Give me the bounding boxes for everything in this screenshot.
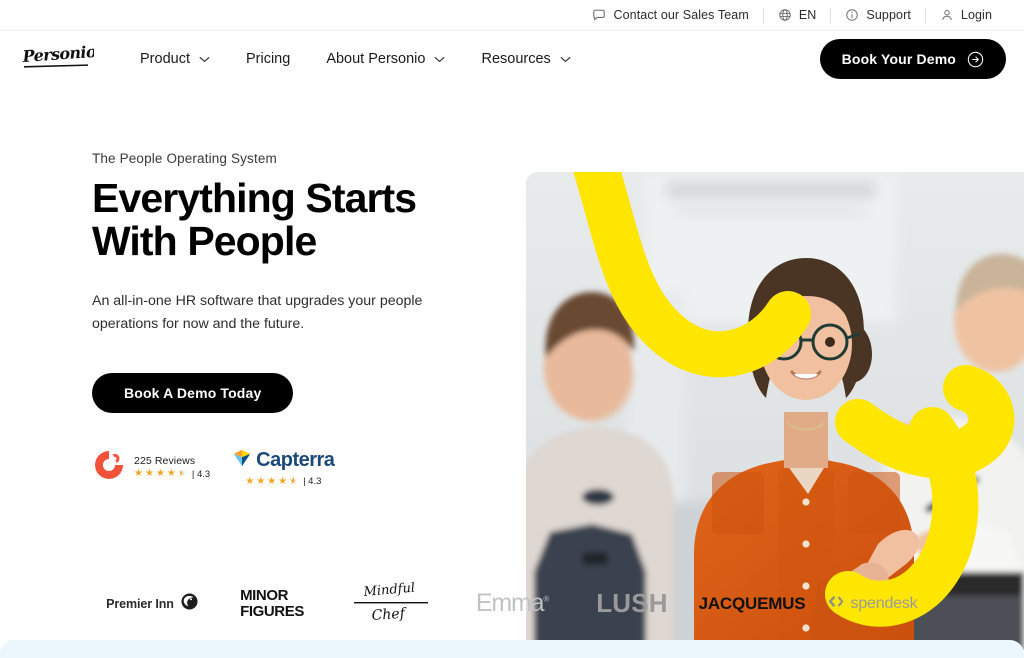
main-navigation: Personio Product Pricing About Personio	[0, 31, 1024, 87]
nav-item-about-personio[interactable]: About Personio	[308, 43, 463, 75]
minor-figures-line2: FIGURES	[240, 602, 304, 620]
svg-text:Mindful: Mindful	[362, 582, 416, 600]
book-a-demo-today-label: Book A Demo Today	[124, 385, 262, 402]
capterra-logo-icon	[232, 447, 252, 474]
hero-subtitle: An all-in-one HR software that upgrades …	[92, 293, 423, 333]
star-half-icon: ★	[289, 476, 298, 487]
star-icon: ★	[256, 475, 266, 487]
globe-icon	[778, 8, 792, 22]
review-badges: 2 225 Reviews ★ ★ ★ ★ ★ |	[92, 447, 520, 487]
personio-logo[interactable]: Personio	[22, 45, 94, 73]
hero-eyebrow: The People Operating System	[92, 151, 277, 166]
minor-figures-line1: MINOR	[240, 587, 289, 605]
emma-label: Emma	[475, 589, 545, 617]
utility-bar: Contact our Sales Team EN Support Login	[0, 0, 1024, 31]
brand-logo-premier-inn: Premier Inn	[92, 582, 212, 626]
info-circle-icon	[845, 8, 859, 22]
spendesk-chevron-icon	[827, 595, 844, 613]
mindful-chef-wordmark: Mindful Chef	[354, 582, 428, 623]
svg-text:Personio: Personio	[22, 45, 94, 66]
nav-item-resources[interactable]: Resources	[463, 43, 588, 75]
page-root: Contact our Sales Team EN Support Login …	[0, 0, 1024, 658]
brand-logo-spendesk: spendesk	[812, 582, 932, 626]
nav-item-resources-label: Resources	[481, 51, 551, 67]
capterra-score: | 4.3	[303, 476, 322, 488]
utility-language-label: EN	[798, 8, 817, 22]
svg-text:Chef: Chef	[371, 605, 408, 623]
g2-logo-icon: 2	[92, 448, 126, 487]
hero-content: The People Operating System Everything S…	[0, 87, 520, 565]
star-icon: ★	[267, 475, 277, 487]
chevron-down-icon	[199, 56, 210, 63]
g2-review-count: 225 Reviews	[134, 454, 196, 467]
arrow-right-circle-icon	[967, 51, 984, 68]
g2-badge-text: 225 Reviews ★ ★ ★ ★ ★ | 4.3	[134, 455, 210, 480]
chat-bubble-icon	[592, 8, 606, 22]
nav-item-pricing[interactable]: Pricing	[228, 43, 308, 75]
nav-item-about-personio-label: About Personio	[326, 51, 426, 67]
nav-item-product-label: Product	[140, 51, 190, 67]
star-icon: ★	[278, 475, 288, 487]
star-half-icon: ★	[178, 469, 187, 480]
lush-label: LUSH	[596, 588, 668, 618]
nav-item-pricing-label: Pricing	[245, 51, 291, 67]
chevron-down-icon	[434, 56, 445, 63]
chevron-down-icon	[560, 56, 571, 63]
star-icon: ★	[245, 475, 255, 487]
g2-score: | 4.3	[191, 468, 211, 480]
book-your-demo-button[interactable]: Book Your Demo	[819, 39, 1006, 79]
capterra-star-rating: ★ ★ ★ ★ ★ | 4.3	[245, 476, 321, 487]
spendesk-label: spendesk	[850, 594, 918, 612]
registered-mark-icon: ®	[543, 594, 549, 604]
jacquemus-label: JACQUEMUS	[698, 593, 806, 613]
capterra-wordmark: Capterra	[256, 449, 335, 472]
utility-contact-sales-label: Contact our Sales Team	[613, 8, 749, 22]
utility-login-label: Login	[960, 8, 992, 22]
g2-review-badge[interactable]: 2 225 Reviews ★ ★ ★ ★ ★ |	[92, 448, 210, 487]
nav-links: Product Pricing About Personio Resources	[140, 43, 589, 75]
star-icon: ★	[166, 468, 176, 480]
star-icon: ★	[134, 468, 143, 480]
capterra-badge-inner: Capterra ★ ★ ★ ★ ★ | 4.3	[232, 447, 335, 487]
user-icon	[940, 8, 954, 22]
brand-logo-mindful-chef: Mindful Chef	[332, 582, 452, 626]
brand-logo-jacquemus: JACQUEMUS	[692, 582, 812, 626]
nav-item-product[interactable]: Product	[140, 43, 228, 75]
page-title: Everything Starts With People	[92, 175, 417, 265]
brand-logo-minor-figures: MINOR FIGURES	[212, 582, 332, 626]
utility-support[interactable]: Support	[831, 5, 924, 25]
hero-section: The People Operating System Everything S…	[0, 87, 1024, 650]
utility-support-label: Support	[866, 8, 911, 22]
star-icon: ★	[144, 468, 154, 480]
brand-logo-lush: LUSH	[572, 582, 692, 626]
customer-logo-strip: Premier Inn MINOR FIGURES Mindful Chef E…	[0, 575, 1024, 632]
star-icon: ★	[155, 468, 165, 480]
utility-login[interactable]: Login	[926, 5, 1006, 25]
brand-logo-emma: Emma®	[452, 582, 572, 626]
utility-language-selector[interactable]: EN	[764, 5, 831, 25]
book-your-demo-label: Book Your Demo	[841, 51, 956, 67]
premier-inn-label: Premier Inn	[106, 596, 174, 611]
next-section-placeholder	[0, 640, 1024, 658]
capterra-logo-row: Capterra	[232, 447, 335, 474]
g2-star-rating: ★ ★ ★ ★ ★ | 4.3	[134, 469, 210, 480]
book-a-demo-today-button[interactable]: Book A Demo Today	[92, 373, 294, 414]
premier-inn-moon-icon	[181, 592, 198, 615]
capterra-review-badge[interactable]: Capterra ★ ★ ★ ★ ★ | 4.3	[232, 447, 335, 487]
utility-contact-sales[interactable]: Contact our Sales Team	[578, 5, 762, 25]
